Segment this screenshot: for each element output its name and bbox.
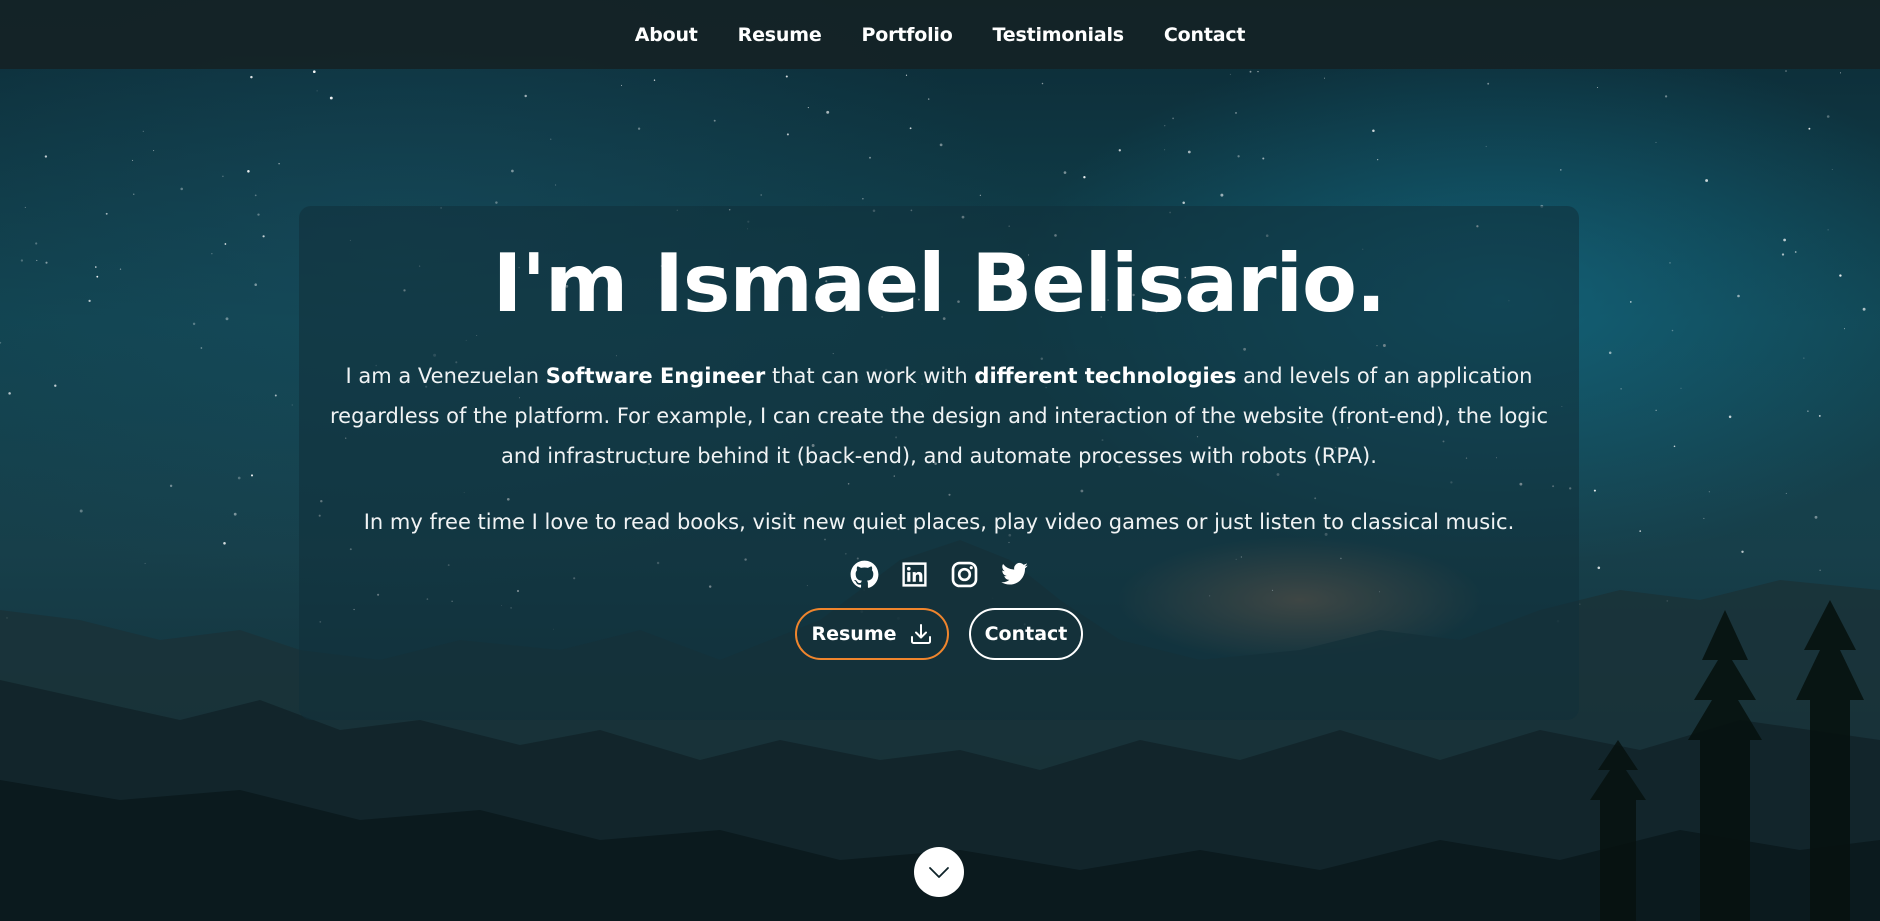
- bio-highlight-skills: different technologies: [974, 364, 1237, 388]
- bio-text-1: I am a Venezuelan: [345, 364, 546, 388]
- contact-button[interactable]: Contact: [969, 608, 1083, 660]
- twitter-icon[interactable]: [1000, 560, 1029, 589]
- github-icon[interactable]: [850, 560, 879, 589]
- resume-button-label: Resume: [811, 623, 897, 645]
- hero-actions: Resume Contact: [299, 608, 1579, 660]
- hero-bio: I am a Venezuelan Software Engineer that…: [329, 356, 1549, 476]
- bio-highlight-role: Software Engineer: [545, 364, 766, 388]
- contact-button-label: Contact: [984, 623, 1068, 645]
- nav-link-about[interactable]: About: [635, 24, 698, 46]
- instagram-icon[interactable]: [950, 560, 979, 589]
- linkedin-icon[interactable]: [900, 560, 929, 589]
- nav-link-resume[interactable]: Resume: [738, 24, 822, 46]
- nav-link-testimonials[interactable]: Testimonials: [993, 24, 1125, 46]
- hero-hobbies: In my free time I love to read books, vi…: [363, 510, 1515, 534]
- bio-text-2: that can work with: [765, 364, 975, 388]
- resume-download-button[interactable]: Resume: [795, 608, 949, 660]
- social-links: [299, 560, 1579, 589]
- hero-card: I'm Ismael Belisario. I am a Venezuelan …: [299, 206, 1579, 720]
- download-icon: [910, 624, 931, 644]
- nav-link-portfolio[interactable]: Portfolio: [862, 24, 953, 46]
- scroll-down-button[interactable]: [914, 847, 964, 897]
- hero-title: I'm Ismael Belisario.: [492, 237, 1387, 330]
- nav-link-contact[interactable]: Contact: [1164, 24, 1246, 46]
- top-navigation: About Resume Portfolio Testimonials Cont…: [0, 0, 1880, 69]
- chevron-down-icon: [929, 867, 949, 878]
